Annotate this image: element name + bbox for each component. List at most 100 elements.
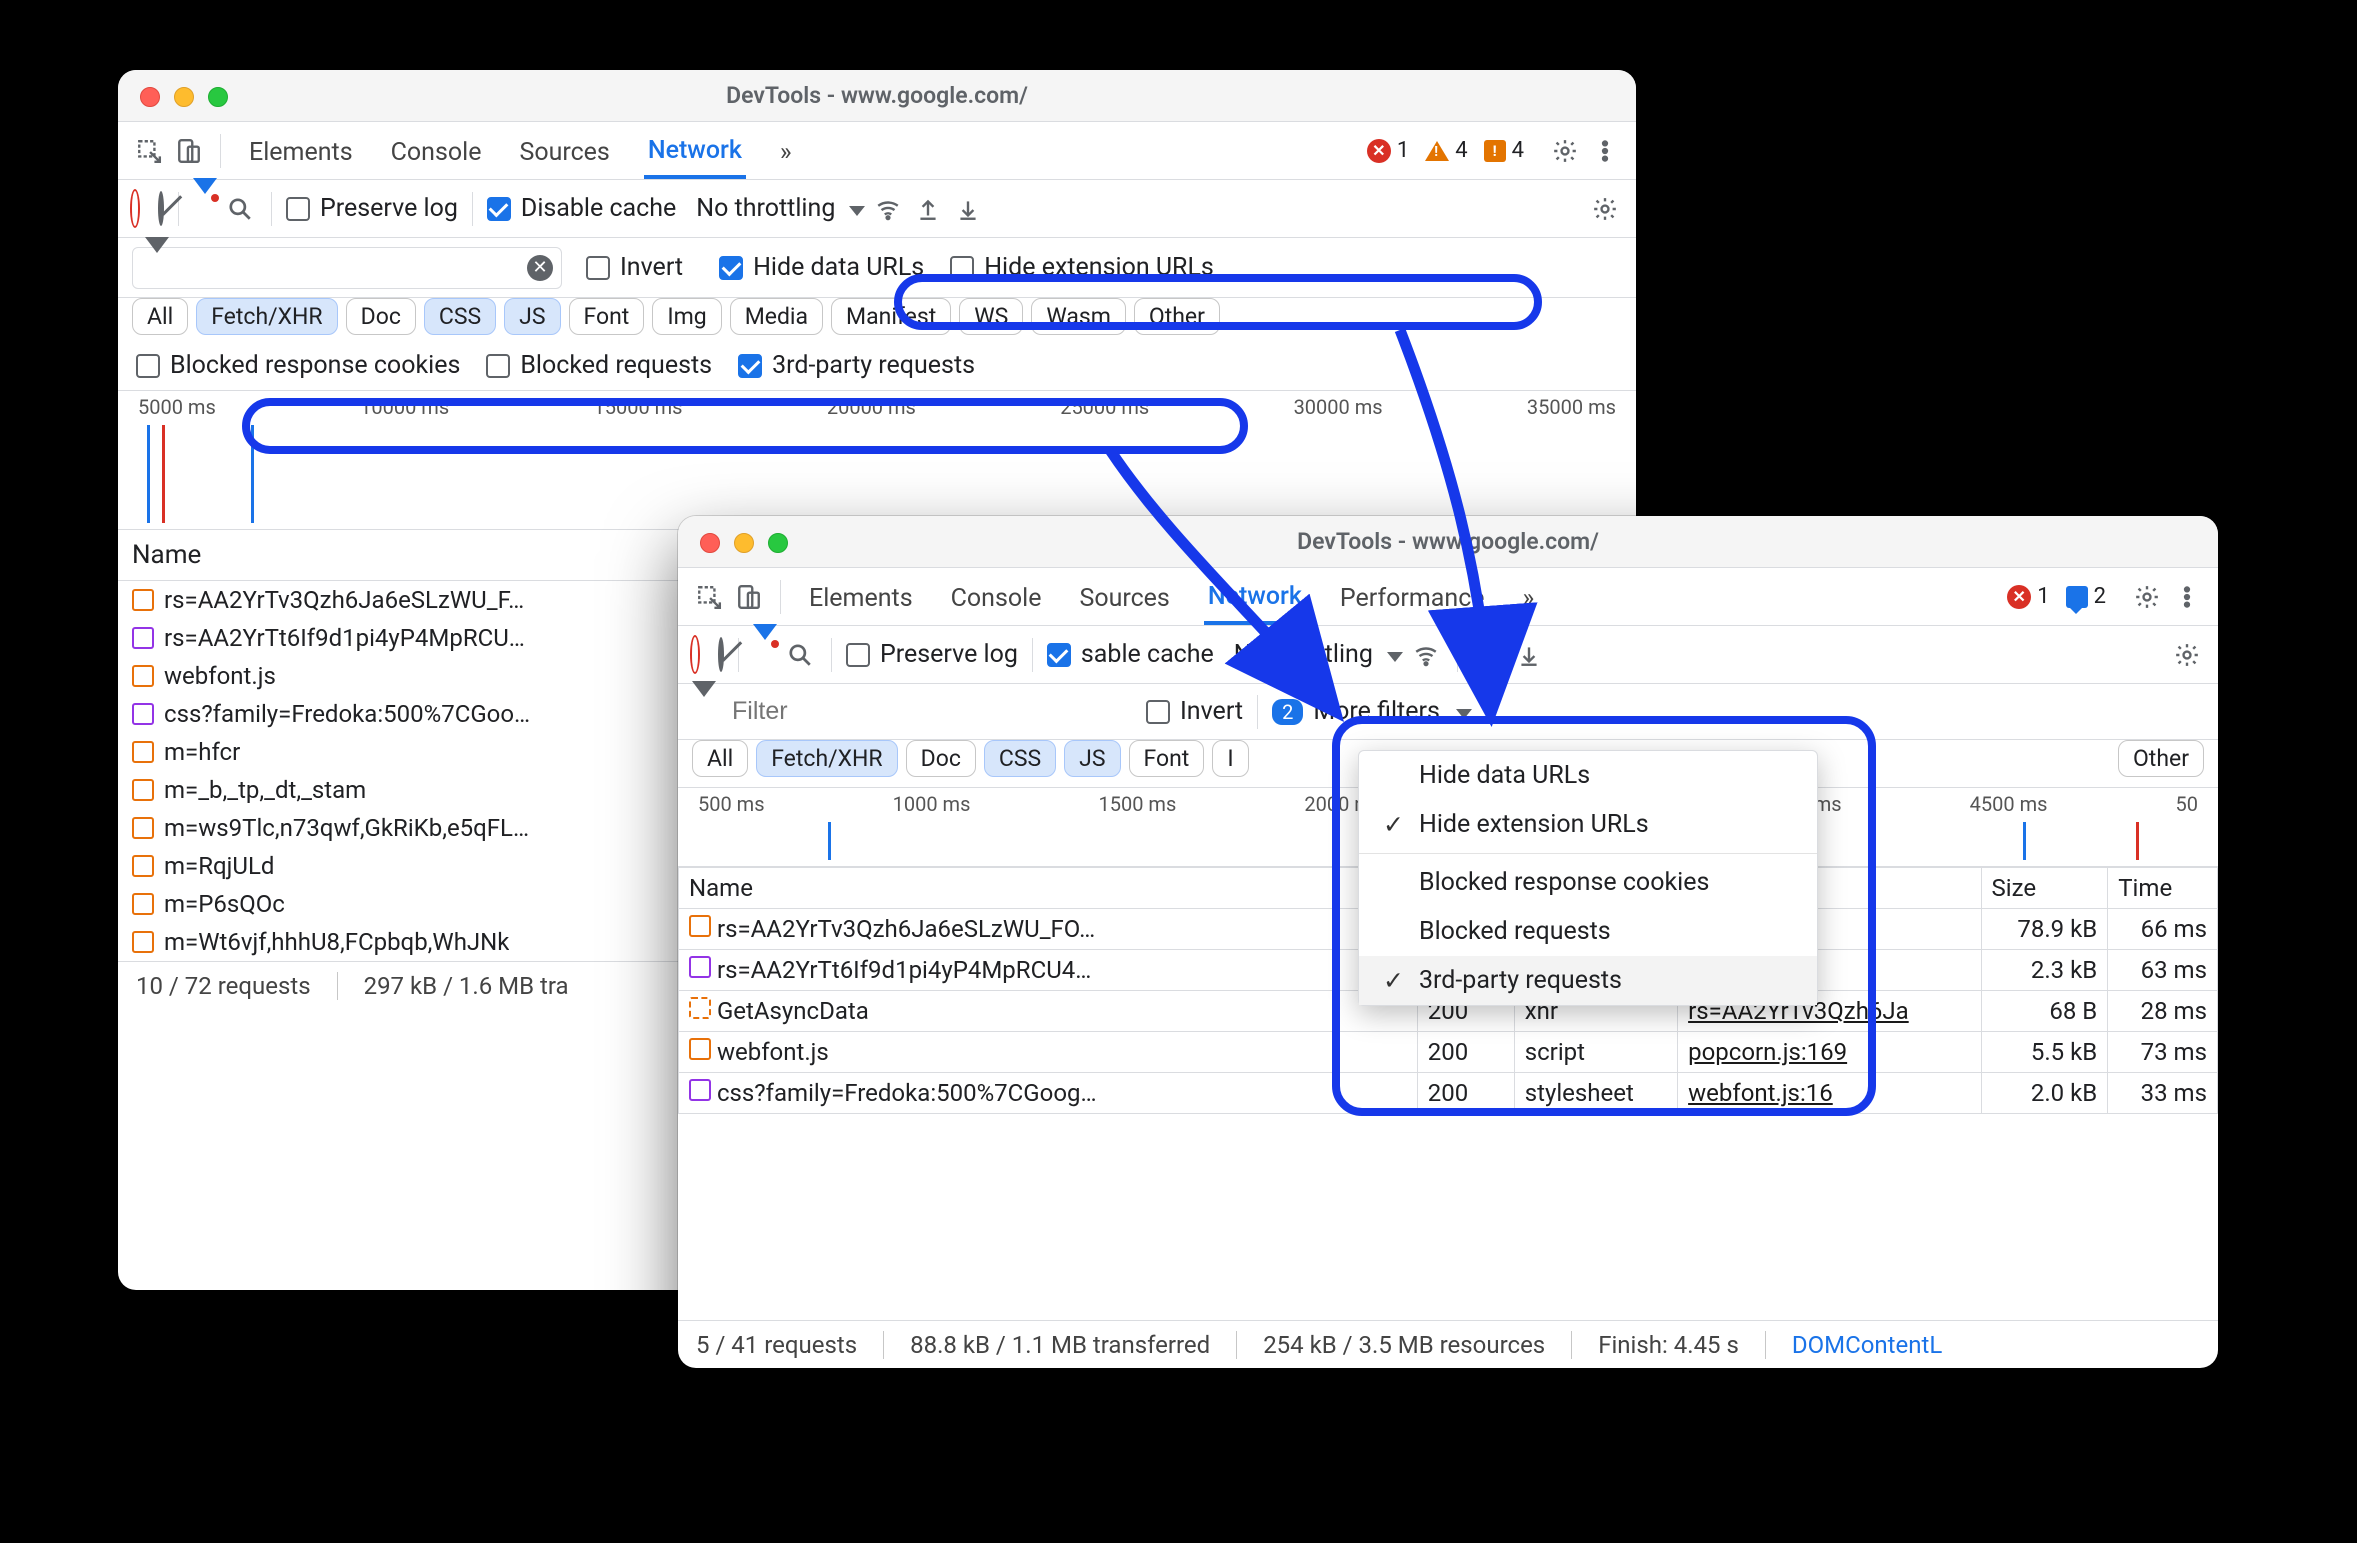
chip-fetch-xhr[interactable]: Fetch/XHR (196, 298, 337, 335)
inspect-icon[interactable] (692, 580, 726, 614)
tab-network[interactable]: Network (644, 122, 746, 179)
zoom-icon[interactable] (208, 87, 228, 107)
clear-button[interactable] (158, 194, 164, 223)
device-toggle-icon[interactable] (172, 134, 206, 168)
more-filters-dropdown[interactable]: Hide data URLs Hide extension URLs Block… (1358, 750, 1818, 1006)
export-har-icon[interactable] (911, 192, 945, 226)
tab-elements[interactable]: Elements (805, 570, 917, 623)
chip-wasm[interactable]: Wasm (1031, 298, 1126, 335)
chip-img[interactable]: I (1212, 740, 1248, 777)
network-settings-icon[interactable] (2170, 638, 2204, 672)
tab-console[interactable]: Console (947, 570, 1046, 623)
import-har-icon[interactable] (1512, 638, 1546, 672)
menu-blocked-requests[interactable]: Blocked requests (1359, 907, 1817, 956)
minimize-icon[interactable] (734, 533, 754, 553)
disable-cache-checkbox[interactable]: Disable cache (487, 194, 676, 223)
initiator-link[interactable]: popcorn.js:169 (1688, 1038, 1847, 1066)
chip-manifest[interactable]: Manifest (831, 298, 951, 335)
chip-img[interactable]: Img (652, 298, 721, 335)
tab-performance[interactable]: Performance (1336, 570, 1489, 623)
zoom-icon[interactable] (768, 533, 788, 553)
filter-text-field[interactable] (730, 696, 1110, 727)
issue-count[interactable]: !4 (1484, 138, 1524, 163)
disable-cache-checkbox[interactable]: sable cache (1047, 640, 1214, 669)
more-menu-icon[interactable] (1588, 134, 1622, 168)
clear-filter-icon[interactable]: ✕ (527, 255, 553, 281)
more-menu-icon[interactable] (2170, 580, 2204, 614)
menu-hide-data-urls[interactable]: Hide data URLs (1359, 751, 1817, 800)
preserve-log-checkbox[interactable]: Preserve log (846, 640, 1018, 669)
network-conditions-icon[interactable] (1409, 638, 1443, 672)
filter-toggle-icon[interactable] (193, 194, 217, 223)
warning-count[interactable]: 4 (1425, 138, 1467, 163)
throttling-select[interactable]: No throttling (1234, 640, 1403, 669)
table-row[interactable]: css?family=Fredoka:500%7CGoog… 200 style… (679, 1073, 2218, 1114)
chip-all[interactable]: All (132, 298, 188, 335)
overview-timeline[interactable]: 5000 ms 10000 ms 15000 ms 20000 ms 25000… (118, 390, 1636, 530)
chip-doc[interactable]: Doc (346, 298, 416, 335)
export-har-icon[interactable] (1472, 638, 1506, 672)
tabs-overflow[interactable]: » (776, 124, 796, 177)
chip-font[interactable]: Font (569, 298, 645, 335)
traffic-lights[interactable] (140, 87, 228, 107)
menu-hide-ext-urls[interactable]: Hide extension URLs (1359, 800, 1817, 849)
blocked-requests-checkbox[interactable]: Blocked requests (486, 351, 712, 380)
initiator-link[interactable]: webfont.js:16 (1688, 1079, 1833, 1107)
chip-other[interactable]: Other (1134, 298, 1220, 335)
hide-data-urls-checkbox[interactable]: Hide data URLs (719, 253, 924, 282)
chip-doc[interactable]: Doc (906, 740, 976, 777)
chip-media[interactable]: Media (730, 298, 823, 335)
throttling-select[interactable]: No throttling (696, 194, 865, 223)
filter-text-field[interactable] (179, 253, 549, 282)
titlebar[interactable]: DevTools - www.google.com/ (118, 70, 1636, 122)
device-toggle-icon[interactable] (732, 580, 766, 614)
clear-button[interactable] (718, 640, 724, 669)
inspect-icon[interactable] (132, 134, 166, 168)
chip-js[interactable]: JS (504, 298, 560, 335)
error-count[interactable]: ✕1 (2007, 584, 2049, 609)
tabs-overflow[interactable]: » (1519, 570, 1539, 623)
filter-input[interactable]: ✕ (132, 247, 562, 289)
chip-css[interactable]: CSS (424, 298, 496, 335)
search-icon[interactable] (223, 192, 257, 226)
chip-ws[interactable]: WS (959, 298, 1023, 335)
network-settings-icon[interactable] (1588, 192, 1622, 226)
chip-fetch-xhr[interactable]: Fetch/XHR (756, 740, 897, 777)
tab-sources[interactable]: Sources (515, 124, 613, 177)
blocked-cookies-checkbox[interactable]: Blocked response cookies (136, 351, 460, 380)
settings-icon[interactable] (1548, 134, 1582, 168)
preserve-log-checkbox[interactable]: Preserve log (286, 194, 458, 223)
close-icon[interactable] (140, 87, 160, 107)
third-party-checkbox[interactable]: 3rd-party requests (738, 351, 975, 380)
titlebar[interactable]: DevTools - www.google.com/ (678, 516, 2218, 568)
invert-checkbox[interactable]: Invert (1146, 697, 1243, 726)
chip-font[interactable]: Font (1129, 740, 1205, 777)
minimize-icon[interactable] (174, 87, 194, 107)
close-icon[interactable] (700, 533, 720, 553)
tab-network[interactable]: Network (1204, 568, 1306, 625)
more-filters-button[interactable]: 2 More filters (1272, 697, 1472, 726)
col-size[interactable]: Size (1981, 868, 2108, 909)
invert-checkbox[interactable]: Invert (586, 253, 683, 282)
col-name[interactable]: Name (679, 868, 1418, 909)
error-count[interactable]: ✕1 (1367, 138, 1409, 163)
tab-elements[interactable]: Elements (245, 124, 357, 177)
chip-all[interactable]: All (692, 740, 748, 777)
menu-third-party[interactable]: 3rd-party requests (1359, 956, 1817, 1005)
menu-blocked-cookies[interactable]: Blocked response cookies (1359, 858, 1817, 907)
network-conditions-icon[interactable] (871, 192, 905, 226)
record-button[interactable] (692, 640, 698, 669)
chip-css[interactable]: CSS (984, 740, 1056, 777)
import-har-icon[interactable] (951, 192, 985, 226)
tab-console[interactable]: Console (387, 124, 486, 177)
hide-ext-urls-checkbox[interactable]: Hide extension URLs (950, 253, 1214, 282)
traffic-lights[interactable] (700, 533, 788, 553)
settings-icon[interactable] (2130, 580, 2164, 614)
record-button[interactable] (132, 194, 138, 223)
message-count[interactable]: 2 (2066, 584, 2106, 609)
chip-other[interactable]: Other (2118, 740, 2204, 777)
tab-sources[interactable]: Sources (1075, 570, 1173, 623)
search-icon[interactable] (783, 638, 817, 672)
chip-js[interactable]: JS (1064, 740, 1120, 777)
col-time[interactable]: Time (2108, 868, 2218, 909)
